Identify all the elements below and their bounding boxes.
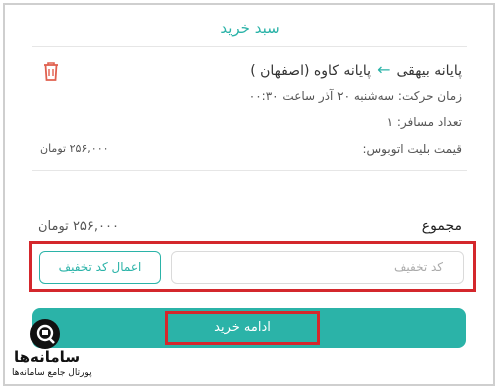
continue-button-label[interactable]: ادامه خرید <box>165 311 320 345</box>
watermark-logo-icon <box>30 319 60 349</box>
departure-time: زمان حرکت: سه‌شنبه ۲۰ آذر ساعت ۰۰:۳۰ <box>248 89 462 103</box>
origin-terminal: پایانه بیهقی <box>396 63 462 79</box>
divider <box>32 46 467 47</box>
page-title: سبد خرید <box>220 19 280 37</box>
divider <box>32 170 467 171</box>
arrow-left-icon: ← <box>377 60 391 79</box>
ticket-price-value: ۲۵۶,۰۰۰ تومان <box>40 142 109 155</box>
ticket-price-label: قیمت بلیت اتوبوس: <box>362 142 462 156</box>
passenger-count: تعداد مسافر: ۱ <box>386 115 462 129</box>
watermark-name: سامانه‌ها <box>14 348 81 366</box>
destination-terminal: پایانه کاوه (اصفهان ) <box>250 63 372 79</box>
total-label: مجموع <box>421 218 462 234</box>
trip-route: پایانه بیهقی ← پایانه کاوه (اصفهان ) <box>250 60 462 79</box>
apply-discount-button[interactable]: اعمال کد تخفیف <box>39 251 161 284</box>
total-value: ۲۵۶,۰۰۰ تومان <box>38 219 119 234</box>
discount-code-input[interactable]: کد تخفیف <box>171 251 464 284</box>
trash-icon[interactable] <box>41 60 61 82</box>
watermark-tagline: پورتال جامع سامانه‌ها <box>12 368 92 378</box>
